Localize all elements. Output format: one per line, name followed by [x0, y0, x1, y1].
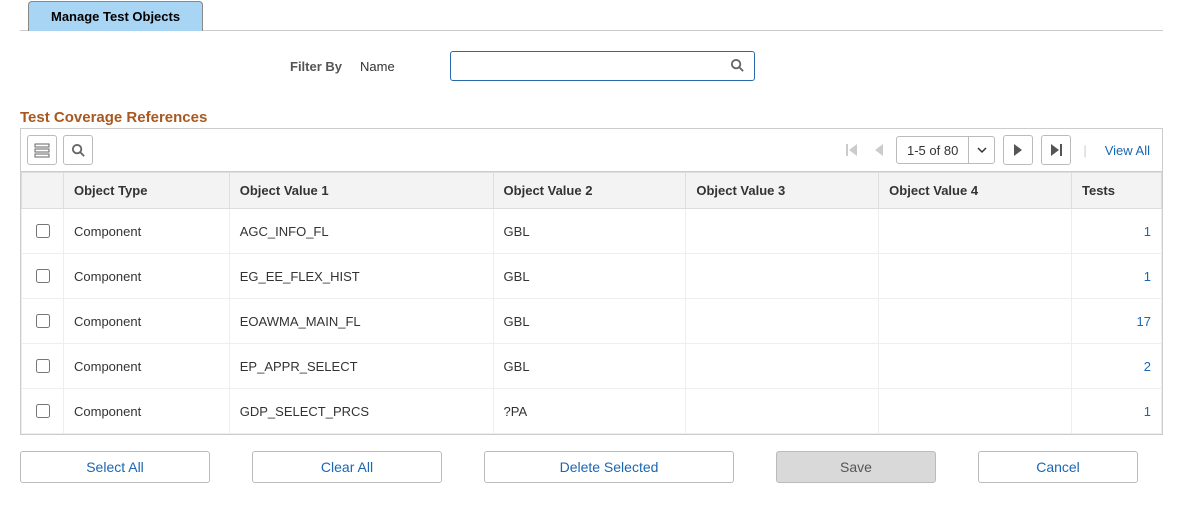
- pager-last-icon[interactable]: [1041, 135, 1071, 165]
- cell-value-1: EP_APPR_SELECT: [229, 344, 493, 389]
- col-header-object-type[interactable]: Object Type: [64, 173, 230, 209]
- cell-value-3: [686, 254, 879, 299]
- cell-object-type: Component: [64, 209, 230, 254]
- separator: |: [1079, 143, 1090, 158]
- table-row: ComponentGDP_SELECT_PRCS?PA 1: [22, 389, 1162, 434]
- cell-object-type: Component: [64, 299, 230, 344]
- search-icon[interactable]: [730, 58, 745, 73]
- tests-link[interactable]: 1: [1144, 404, 1151, 419]
- section-title: Test Coverage References: [20, 109, 1163, 126]
- cell-value-2: GBL: [493, 299, 686, 344]
- cell-value-4: [879, 299, 1072, 344]
- cell-value-4: [879, 344, 1072, 389]
- col-header-value-3[interactable]: Object Value 3: [686, 173, 879, 209]
- cell-value-1: AGC_INFO_FL: [229, 209, 493, 254]
- filter-search-input[interactable]: [450, 51, 755, 81]
- pager-range-text: 1-5 of 80: [897, 137, 968, 163]
- action-buttons: Select All Clear All Delete Selected Sav…: [20, 451, 1163, 483]
- tests-link[interactable]: 2: [1144, 359, 1151, 374]
- cell-value-1: EG_EE_FLEX_HIST: [229, 254, 493, 299]
- table-row: ComponentAGC_INFO_FLGBL 1: [22, 209, 1162, 254]
- personalize-icon[interactable]: [27, 135, 57, 165]
- tab-strip: Manage Test Objects: [20, 0, 1163, 31]
- row-checkbox[interactable]: [36, 404, 50, 418]
- view-all-link[interactable]: View All: [1099, 143, 1156, 158]
- table-row: ComponentEP_APPR_SELECTGBL 2: [22, 344, 1162, 389]
- col-header-value-4[interactable]: Object Value 4: [879, 173, 1072, 209]
- table-row: ComponentEOAWMA_MAIN_FLGBL 17: [22, 299, 1162, 344]
- cell-object-type: Component: [64, 389, 230, 434]
- row-checkbox[interactable]: [36, 359, 50, 373]
- row-checkbox[interactable]: [36, 269, 50, 283]
- cancel-button[interactable]: Cancel: [978, 451, 1138, 483]
- cell-object-type: Component: [64, 344, 230, 389]
- tests-link[interactable]: 17: [1137, 314, 1151, 329]
- pager-first-icon[interactable]: [842, 143, 862, 157]
- filter-by-label: Filter By: [290, 59, 342, 74]
- col-header-tests[interactable]: Tests: [1072, 173, 1162, 209]
- filter-row: Filter By Name: [20, 51, 1163, 81]
- pager-next-icon[interactable]: [1003, 135, 1033, 165]
- save-button[interactable]: Save: [776, 451, 936, 483]
- table-row: ComponentEG_EE_FLEX_HISTGBL 1: [22, 254, 1162, 299]
- cell-object-type: Component: [64, 254, 230, 299]
- tests-link[interactable]: 1: [1144, 269, 1151, 284]
- grid-toolbar: 1-5 of 80 | View All: [21, 129, 1162, 172]
- filter-type-value: Name: [360, 59, 395, 74]
- tab-manage-test-objects[interactable]: Manage Test Objects: [28, 1, 203, 31]
- cell-value-3: [686, 344, 879, 389]
- clear-all-button[interactable]: Clear All: [252, 451, 442, 483]
- cell-value-3: [686, 389, 879, 434]
- col-header-check: [22, 173, 64, 209]
- cell-value-3: [686, 209, 879, 254]
- cell-value-4: [879, 209, 1072, 254]
- cell-value-3: [686, 299, 879, 344]
- tests-link[interactable]: 1: [1144, 224, 1151, 239]
- col-header-value-1[interactable]: Object Value 1: [229, 173, 493, 209]
- cell-value-4: [879, 389, 1072, 434]
- cell-value-2: GBL: [493, 209, 686, 254]
- row-checkbox[interactable]: [36, 314, 50, 328]
- cell-value-2: ?PA: [493, 389, 686, 434]
- cell-value-2: GBL: [493, 344, 686, 389]
- delete-selected-button[interactable]: Delete Selected: [484, 451, 734, 483]
- cell-value-1: EOAWMA_MAIN_FL: [229, 299, 493, 344]
- row-checkbox[interactable]: [36, 224, 50, 238]
- chevron-down-icon: [968, 137, 994, 163]
- col-header-value-2[interactable]: Object Value 2: [493, 173, 686, 209]
- cell-value-1: GDP_SELECT_PRCS: [229, 389, 493, 434]
- pager-prev-icon[interactable]: [870, 143, 888, 157]
- results-table: Object Type Object Value 1 Object Value …: [21, 172, 1162, 434]
- grid-search-icon[interactable]: [63, 135, 93, 165]
- pager-range-select[interactable]: 1-5 of 80: [896, 136, 995, 164]
- cell-value-2: GBL: [493, 254, 686, 299]
- cell-value-4: [879, 254, 1072, 299]
- select-all-button[interactable]: Select All: [20, 451, 210, 483]
- results-grid: 1-5 of 80 | View All Object: [20, 128, 1163, 435]
